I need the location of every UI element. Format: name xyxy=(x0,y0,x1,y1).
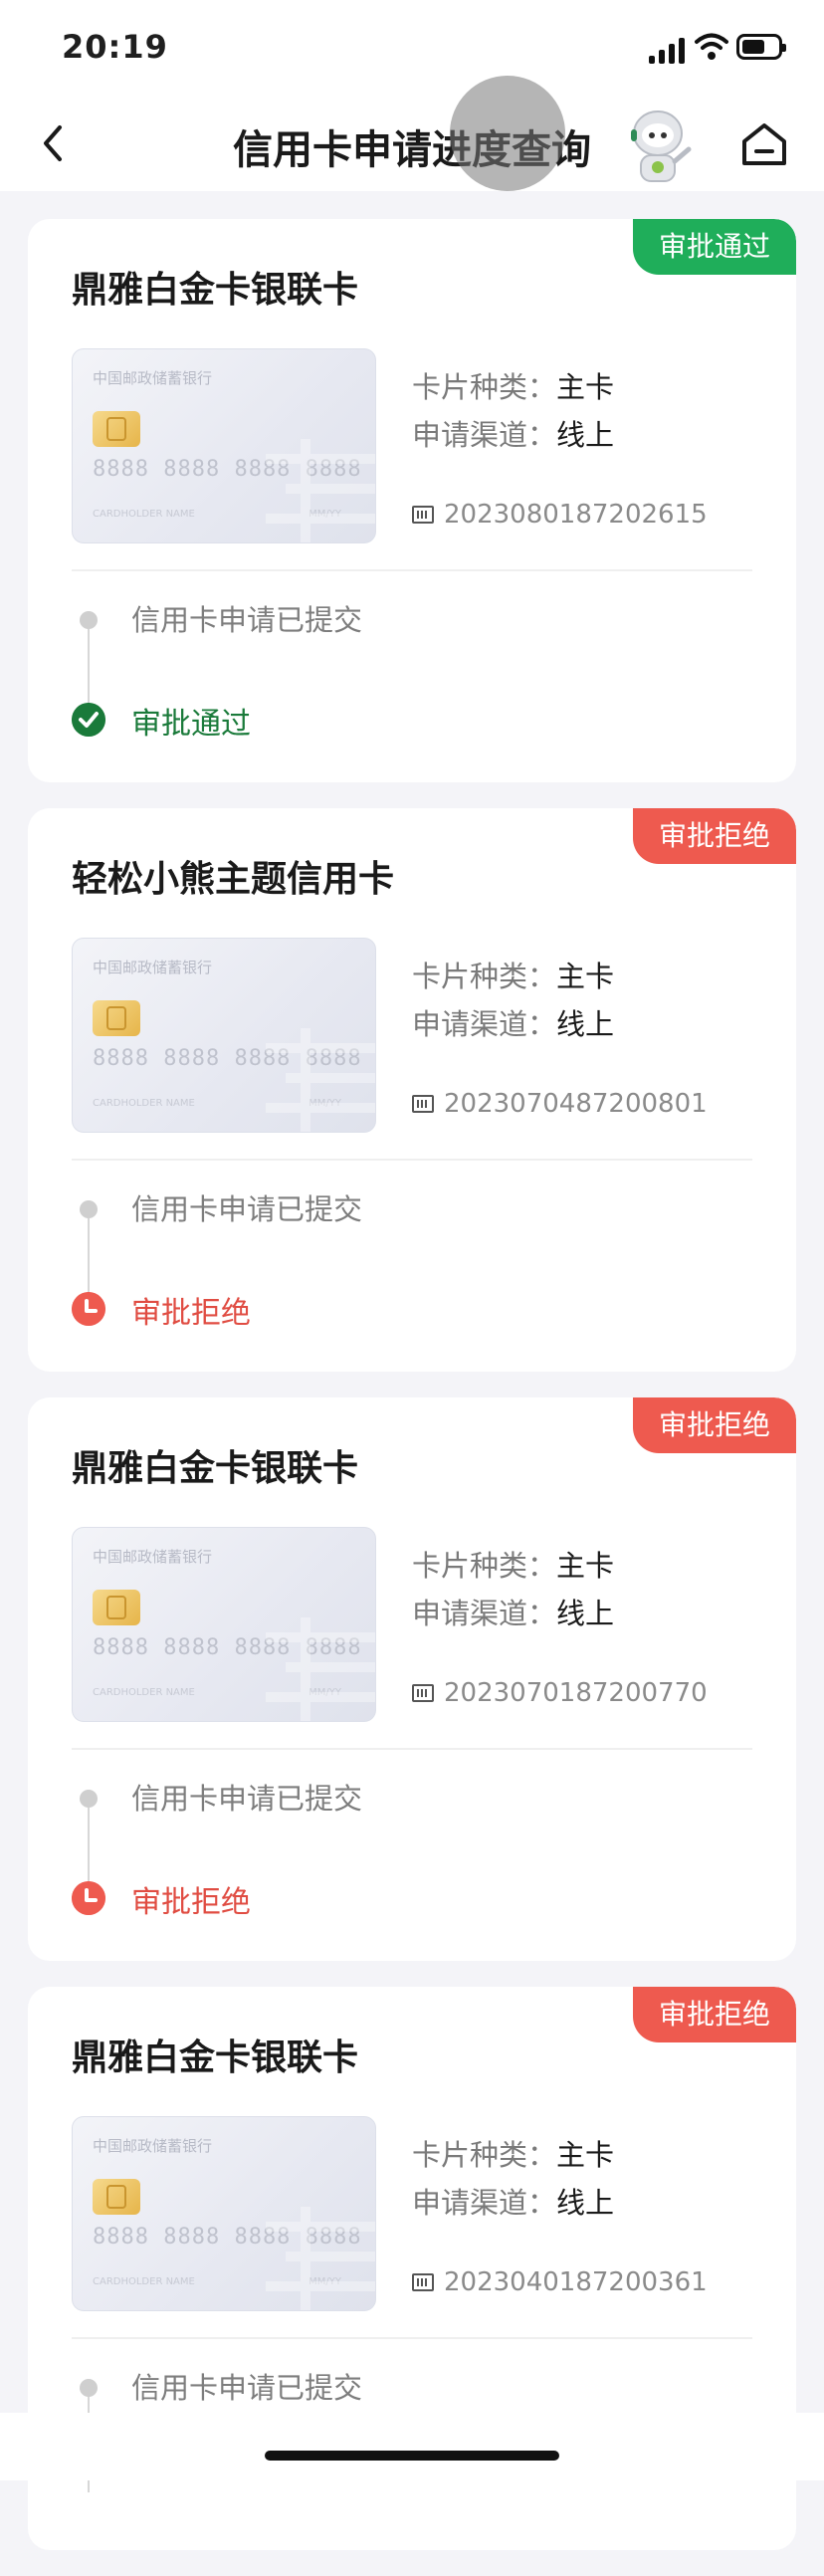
check-icon xyxy=(72,703,105,737)
status-badge: 审批拒绝 xyxy=(632,1987,796,2042)
application-card[interactable]: 审批拒绝 轻松小熊主题信用卡 中国邮政储蓄银行 8888 8888 8888 8… xyxy=(28,808,796,1372)
divider xyxy=(72,2337,752,2339)
application-serial: 2023080187202615 xyxy=(412,500,708,530)
divider xyxy=(72,569,752,571)
card-bank-name: 中国邮政储蓄银行 xyxy=(93,959,213,976)
clock-icon xyxy=(72,1292,105,1326)
card-image: 中国邮政储蓄银行 8888 8888 8888 8888 CARDHOLDER … xyxy=(72,348,376,543)
home-icon[interactable] xyxy=(736,115,792,171)
card-chip-icon xyxy=(93,411,140,447)
status-badge: 审批拒绝 xyxy=(632,1397,796,1453)
barcode-icon xyxy=(412,2273,434,2291)
channel-value: 线上 xyxy=(556,1597,615,1630)
timeline-dot xyxy=(80,611,98,629)
channel-value: 线上 xyxy=(556,418,615,452)
channel-label: 申请渠道： xyxy=(412,418,557,452)
channel-value: 线上 xyxy=(556,1007,615,1041)
card-bank-name: 中国邮政储蓄银行 xyxy=(93,1548,213,1566)
card-chip-icon xyxy=(93,2179,140,2215)
signal-icon xyxy=(649,38,685,64)
card-holder: CARDHOLDER NAME xyxy=(93,1687,195,1698)
channel-row: 申请渠道：线上 xyxy=(412,1591,614,1632)
serial-number: 2023080187202615 xyxy=(444,500,708,530)
timeline-dot xyxy=(80,1790,98,1808)
battery-icon xyxy=(736,34,786,60)
status-bar: 20:19 xyxy=(0,0,824,96)
nav-bar: 信用卡申请进度查询 xyxy=(0,96,824,191)
channel-label: 申请渠道： xyxy=(412,1597,557,1630)
bottom-safe-area xyxy=(0,2413,824,2480)
timeline-step-result: 审批通过 xyxy=(131,707,251,742)
card-type-value: 主卡 xyxy=(556,1549,615,1583)
timeline-step-submitted: 信用卡申请已提交 xyxy=(131,1782,363,1816)
barcode-icon xyxy=(412,506,434,524)
timeline-step-result: 审批拒绝 xyxy=(131,1885,251,1920)
card-image: 中国邮政储蓄银行 8888 8888 8888 8888 CARDHOLDER … xyxy=(72,2116,376,2311)
status-badge: 审批通过 xyxy=(632,219,796,275)
card-chip-icon xyxy=(93,1590,140,1625)
card-holder: CARDHOLDER NAME xyxy=(93,509,195,520)
card-type-value: 主卡 xyxy=(556,2138,615,2172)
card-decoration xyxy=(266,1617,375,1721)
card-type-label: 卡片种类： xyxy=(412,960,557,993)
card-type-row: 卡片种类：主卡 xyxy=(412,364,614,406)
assistant-mascot-icon[interactable] xyxy=(619,104,697,187)
status-badge: 审批拒绝 xyxy=(632,808,796,864)
channel-row: 申请渠道：线上 xyxy=(412,1001,614,1043)
card-image: 中国邮政储蓄银行 8888 8888 8888 8888 CARDHOLDER … xyxy=(72,1527,376,1722)
card-type-label: 卡片种类： xyxy=(412,370,557,404)
divider xyxy=(72,1159,752,1161)
card-product-name: 鼎雅白金卡银联卡 xyxy=(72,1448,359,1489)
card-type-value: 主卡 xyxy=(556,370,615,404)
channel-row: 申请渠道：线上 xyxy=(412,2180,614,2222)
card-decoration xyxy=(266,439,375,542)
card-product-name: 鼎雅白金卡银联卡 xyxy=(72,270,359,311)
card-type-row: 卡片种类：主卡 xyxy=(412,2132,614,2174)
barcode-icon xyxy=(412,1684,434,1702)
status-time: 20:19 xyxy=(62,28,168,66)
serial-number: 2023070187200770 xyxy=(444,1678,708,1708)
card-type-label: 卡片种类： xyxy=(412,1549,557,1583)
card-image: 中国邮政储蓄银行 8888 8888 8888 8888 CARDHOLDER … xyxy=(72,938,376,1133)
barcode-icon xyxy=(412,1095,434,1113)
divider xyxy=(72,1748,752,1750)
timeline-dot xyxy=(80,2379,98,2397)
timeline-step-submitted: 信用卡申请已提交 xyxy=(131,1192,363,1226)
serial-number: 2023070487200801 xyxy=(444,1089,708,1119)
clock-icon xyxy=(72,1881,105,1915)
card-type-label: 卡片种类： xyxy=(412,2138,557,2172)
channel-label: 申请渠道： xyxy=(412,2186,557,2220)
card-decoration xyxy=(266,1028,375,1132)
card-holder: CARDHOLDER NAME xyxy=(93,2276,195,2287)
page-title: 信用卡申请进度查询 xyxy=(233,127,591,173)
timeline-dot xyxy=(80,1200,98,1218)
application-serial: 2023040187200361 xyxy=(412,2267,708,2297)
card-type-row: 卡片种类：主卡 xyxy=(412,954,614,995)
card-bank-name: 中国邮政储蓄银行 xyxy=(93,369,213,387)
card-product-name: 鼎雅白金卡银联卡 xyxy=(72,2038,359,2078)
touch-indicator xyxy=(450,76,565,191)
card-decoration xyxy=(266,2207,375,2310)
timeline-step-submitted: 信用卡申请已提交 xyxy=(131,2371,363,2405)
serial-number: 2023040187200361 xyxy=(444,2267,708,2297)
card-bank-name: 中国邮政储蓄银行 xyxy=(93,2137,213,2155)
card-type-value: 主卡 xyxy=(556,960,615,993)
timeline-step-submitted: 信用卡申请已提交 xyxy=(131,603,363,637)
card-chip-icon xyxy=(93,1000,140,1036)
card-type-row: 卡片种类：主卡 xyxy=(412,1543,614,1585)
card-product-name: 轻松小熊主题信用卡 xyxy=(72,859,395,900)
card-holder: CARDHOLDER NAME xyxy=(93,1098,195,1109)
application-serial: 2023070187200770 xyxy=(412,1678,708,1708)
channel-value: 线上 xyxy=(556,2186,615,2220)
wifi-icon xyxy=(695,33,728,60)
channel-label: 申请渠道： xyxy=(412,1007,557,1041)
application-list: 审批通过 鼎雅白金卡银联卡 中国邮政储蓄银行 8888 8888 8888 88… xyxy=(28,219,796,2576)
timeline-step-result: 审批拒绝 xyxy=(131,1296,251,1331)
application-card[interactable]: 审批通过 鼎雅白金卡银联卡 中国邮政储蓄银行 8888 8888 8888 88… xyxy=(28,219,796,782)
application-card[interactable]: 审批拒绝 鼎雅白金卡银联卡 中国邮政储蓄银行 8888 8888 8888 88… xyxy=(28,1397,796,1961)
home-indicator[interactable] xyxy=(265,2451,559,2461)
channel-row: 申请渠道：线上 xyxy=(412,412,614,454)
application-serial: 2023070487200801 xyxy=(412,1089,708,1119)
